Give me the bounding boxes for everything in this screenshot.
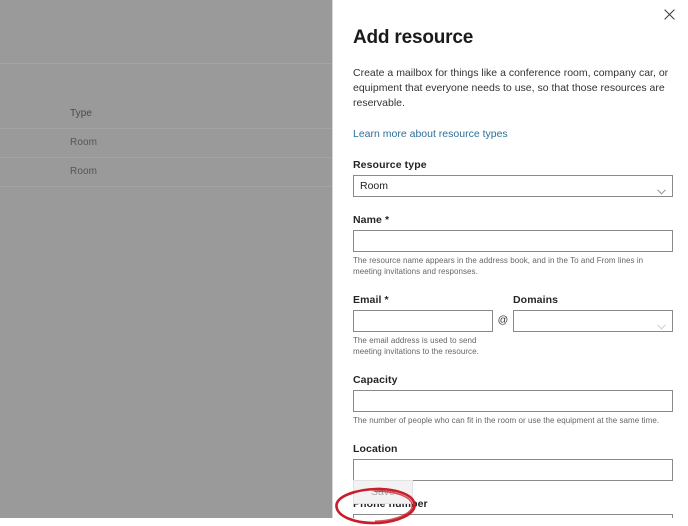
backdrop-divider	[0, 63, 332, 64]
learn-more-link[interactable]: Learn more about resource types	[353, 128, 508, 140]
field-name: Name * The resource name appears in the …	[353, 214, 673, 277]
field-location: Location	[353, 443, 673, 481]
field-resource-type: Resource type Room	[353, 159, 673, 197]
required-marker: *	[385, 294, 389, 306]
label-email: Email *	[353, 294, 493, 306]
table-header-row: Type	[0, 100, 332, 129]
column-header-type: Type	[70, 108, 92, 119]
field-capacity: Capacity The number of people who can fi…	[353, 374, 673, 426]
field-domains: Domains	[513, 294, 673, 332]
hint-email: The email address is used to send meetin…	[353, 335, 493, 357]
required-marker: *	[385, 214, 389, 226]
cell-type: Room	[70, 137, 97, 148]
email-input[interactable]	[353, 310, 493, 332]
add-resource-panel: Add resource Create a mailbox for things…	[332, 0, 688, 518]
label-name: Name *	[353, 214, 673, 226]
capacity-input[interactable]	[353, 390, 673, 412]
label-name-text: Name	[353, 214, 382, 226]
label-email-text: Email	[353, 294, 382, 306]
hint-capacity: The number of people who can fit in the …	[353, 415, 673, 426]
label-capacity: Capacity	[353, 374, 673, 386]
label-location: Location	[353, 443, 673, 455]
cell-type: Room	[70, 166, 97, 177]
resource-type-select[interactable]: Room	[353, 175, 673, 197]
domains-select[interactable]	[513, 310, 673, 332]
page-backdrop-overlay[interactable]: Type Room Room	[0, 0, 332, 518]
field-email: Email * The email address is used to sen…	[353, 294, 493, 357]
table-row[interactable]: Room	[0, 158, 332, 187]
panel-footer: Save	[353, 478, 673, 518]
email-at-separator: @	[493, 294, 513, 326]
save-button[interactable]: Save	[353, 480, 413, 504]
panel-description: Create a mailbox for things like a confe…	[353, 66, 671, 111]
domains-select-value[interactable]	[513, 310, 673, 332]
table-row[interactable]: Room	[0, 129, 332, 158]
name-input[interactable]	[353, 230, 673, 252]
page-title: Add resource	[353, 27, 673, 49]
label-domains: Domains	[513, 294, 673, 306]
email-domains-row: Email * The email address is used to sen…	[353, 294, 673, 357]
resource-type-select-value[interactable]: Room	[353, 175, 673, 197]
resources-table: Type Room Room	[0, 100, 332, 187]
label-resource-type: Resource type	[353, 159, 673, 171]
hint-name: The resource name appears in the address…	[353, 255, 673, 277]
